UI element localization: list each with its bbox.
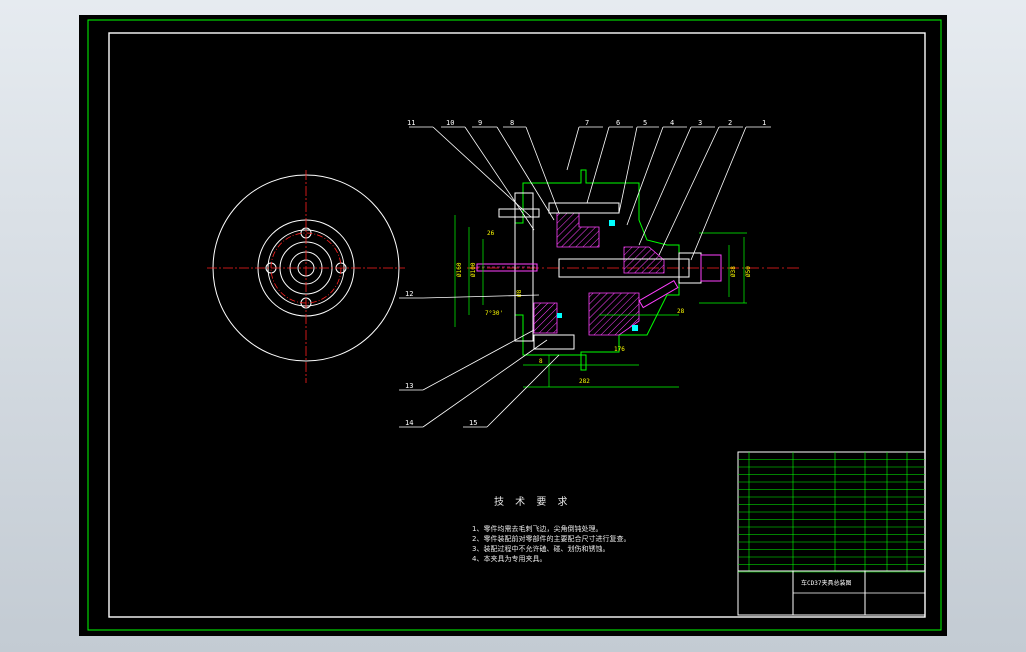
balloon-4: 4 [670, 119, 674, 127]
note-line-3: 3、装配过程中不允许磕、碰、划伤和锈蚀。 [472, 545, 610, 553]
balloon-6: 6 [616, 119, 620, 127]
balloon-9: 9 [478, 119, 482, 127]
drawing-sheet: 282 176 8 Ø160 Ø100 Ø50 Ø38 Ø8 7°30' 28 … [79, 15, 947, 636]
balloon-1: 1 [762, 119, 766, 127]
svg-text:176: 176 [614, 346, 625, 353]
balloon-12: 12 [405, 290, 413, 298]
svg-text:Ø50: Ø50 [745, 266, 752, 277]
svg-text:26: 26 [487, 230, 495, 237]
balloon-8: 8 [510, 119, 514, 127]
balloon-3: 3 [698, 119, 702, 127]
svg-text:28: 28 [677, 308, 685, 315]
balloon-13: 13 [405, 382, 413, 390]
svg-text:Ø160: Ø160 [456, 262, 463, 277]
balloon-2: 2 [728, 119, 732, 127]
svg-text:8: 8 [539, 358, 543, 365]
balloon-15: 15 [469, 419, 477, 427]
note-line-1: 1、零件均需去毛刺飞边，尖角倒钝处理。 [472, 525, 603, 533]
section-view: 282 176 8 Ø160 Ø100 Ø50 Ø38 Ø8 7°30' 28 … [454, 169, 801, 388]
end-view [207, 170, 405, 383]
svg-text:Ø38: Ø38 [730, 266, 737, 277]
balloon-5: 5 [643, 119, 647, 127]
note-line-2: 2、零件装配前对零部件的主要配合尺寸进行复查。 [472, 535, 631, 543]
bill-of-materials: 车CD37夹具总装图 [737, 451, 926, 616]
balloon-7: 7 [585, 119, 589, 127]
notes-title: 技 术 要 求 [494, 497, 572, 508]
svg-text:282: 282 [579, 378, 590, 385]
note-line-4: 4、本夹具为专用夹具。 [472, 555, 547, 563]
balloon-10: 10 [446, 119, 454, 127]
balloon-14: 14 [405, 419, 413, 427]
title-block-drawing-title: 车CD37夹具总装图 [801, 579, 851, 587]
balloon-11: 11 [407, 119, 415, 127]
technical-requirements: 技 术 要 求 1、零件均需去毛刺飞边，尖角倒钝处理。 2、零件装配前对零部件的… [472, 498, 752, 564]
svg-text:7°30': 7°30' [485, 310, 503, 317]
svg-text:Ø100: Ø100 [470, 262, 477, 277]
